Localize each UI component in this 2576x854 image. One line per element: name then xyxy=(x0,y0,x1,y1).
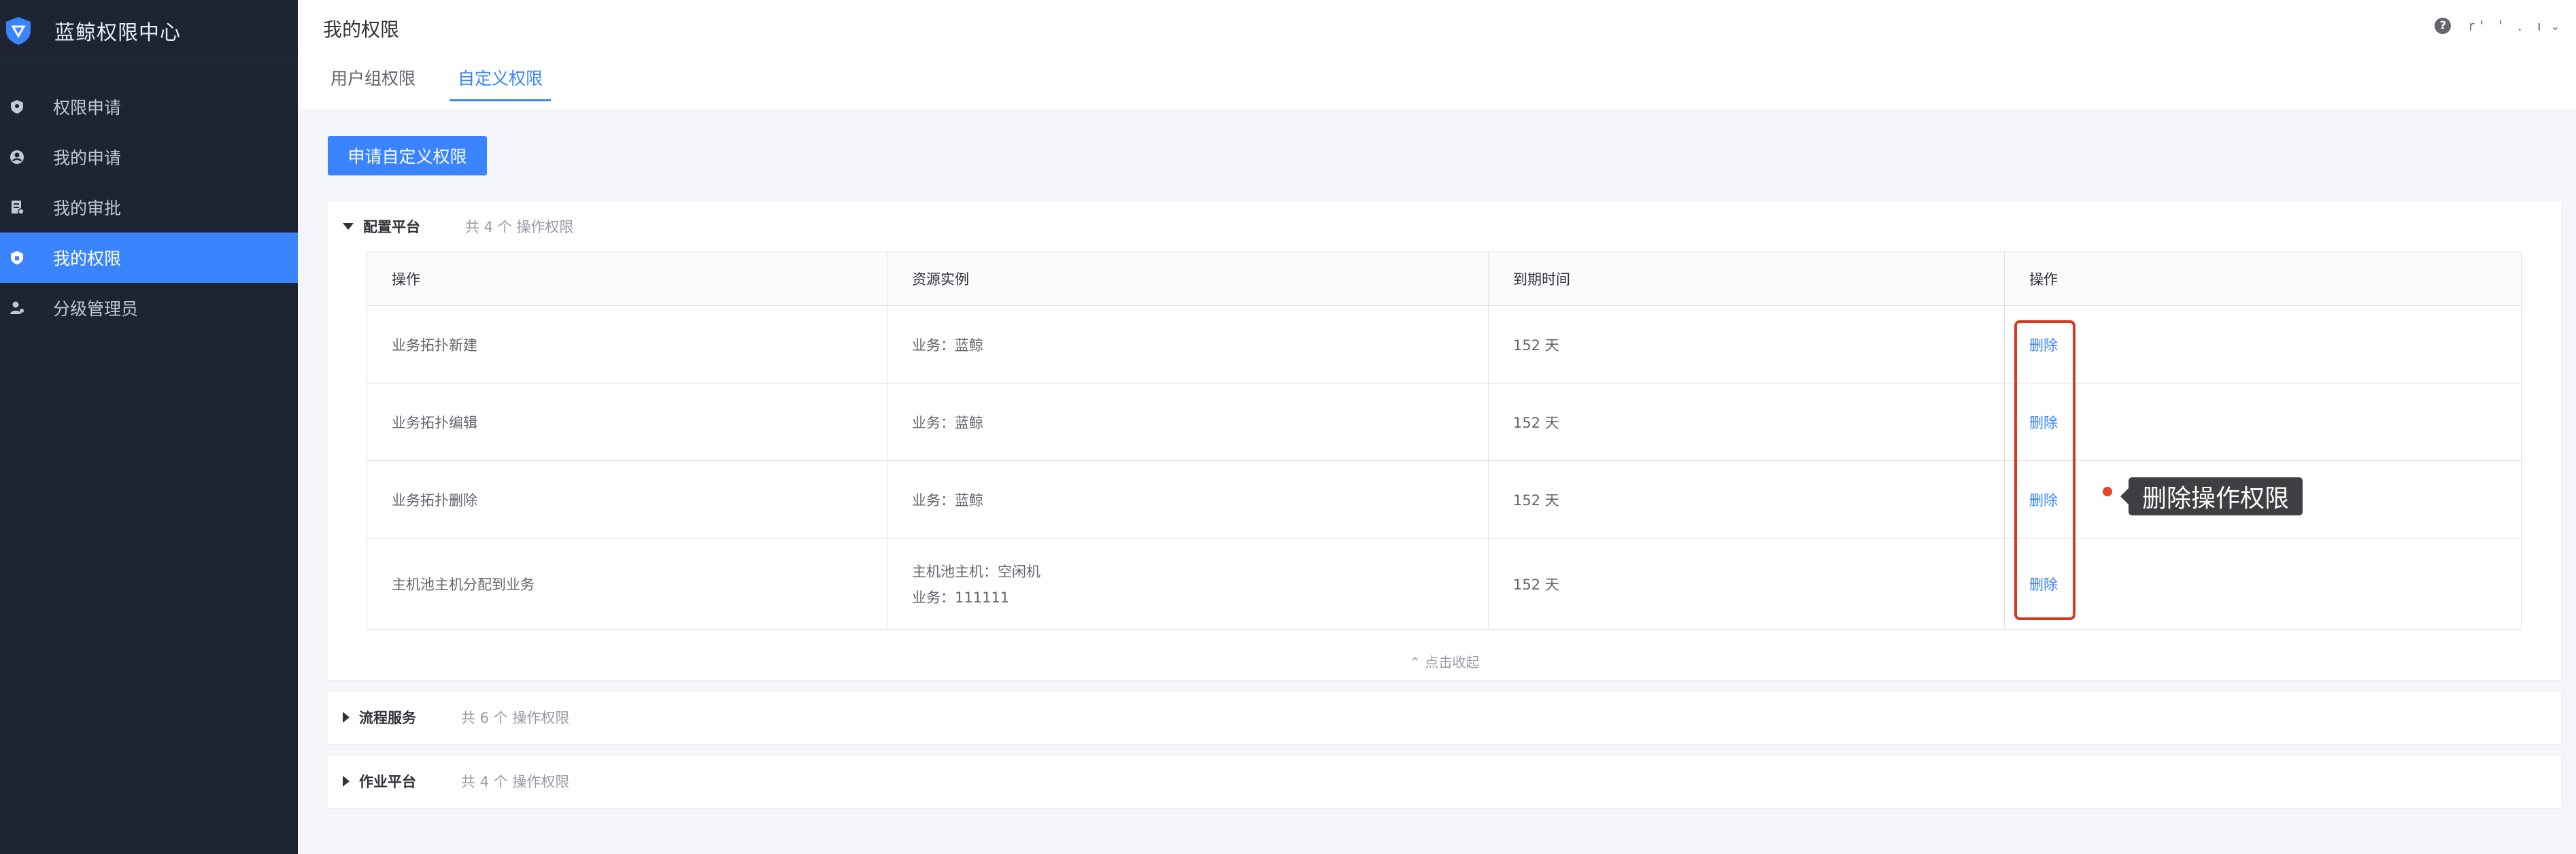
action-cell: 业务拓扑删除 xyxy=(392,492,477,509)
sidebar-item-label: 分级管理员 xyxy=(53,299,139,319)
panel-count: 共 4 个 操作权限 xyxy=(465,219,574,235)
action-cell: 业务拓扑编辑 xyxy=(392,414,477,431)
sidebar-item-my-permissions[interactable]: 我的权限 xyxy=(0,233,298,283)
resource-line: 业务：蓝鲸 xyxy=(912,414,983,431)
sidebar-item-my-applications[interactable]: 我的申请 xyxy=(0,132,298,182)
panel-config-platform: 配置平台 共 4 个 操作权限 操作 资源实例 到期时间 操作 业务拓扑新建 业… xyxy=(328,201,2561,680)
column-header: 到期时间 xyxy=(1488,252,2004,305)
resource-cell: 业务：蓝鲸 xyxy=(887,306,1488,383)
sidebar-item-label: 我的权限 xyxy=(53,249,122,269)
resource-cell: 业务：蓝鲸 xyxy=(887,383,1488,460)
permission-table: 操作 资源实例 到期时间 操作 业务拓扑新建 业务：蓝鲸 152 天 删除 业务… xyxy=(367,252,2522,630)
page-title: 我的权限 xyxy=(323,18,400,41)
sidebar-item-my-approvals[interactable]: 我的审批 xyxy=(0,182,298,233)
panel-name: 作业平台 xyxy=(359,774,416,790)
apply-custom-permission-button[interactable]: 申请自定义权限 xyxy=(328,136,487,175)
user-circle-icon xyxy=(10,150,24,165)
caret-right-icon[interactable] xyxy=(343,776,350,787)
expire-cell: 152 天 xyxy=(1488,461,2004,538)
sidebar-item-grade-admin[interactable]: 分级管理员 xyxy=(0,283,298,333)
tab-user-group-permissions[interactable]: 用户组权限 xyxy=(331,65,416,101)
app-title: 蓝鲸权限中心 xyxy=(54,20,181,45)
expire-cell: 152 天 xyxy=(1488,383,2004,460)
column-header: 资源实例 xyxy=(887,252,1488,305)
caret-right-icon[interactable] xyxy=(343,712,350,723)
op-cell: 删除 xyxy=(2004,383,2521,460)
panel-job-platform: 作业平台 共 4 个 操作权限 xyxy=(328,756,2561,808)
shield-lock-icon xyxy=(10,250,24,265)
document-icon xyxy=(10,200,24,215)
resource-line: 业务：蓝鲸 xyxy=(912,492,983,509)
panel-count: 共 4 个 操作权限 xyxy=(461,774,570,790)
resource-line: 主机池主机：空闲机 xyxy=(912,563,1040,580)
expire-cell: 152 天 xyxy=(1488,539,2004,629)
help-icon[interactable]: ? xyxy=(2435,18,2452,34)
action-cell: 主机池主机分配到业务 xyxy=(392,576,535,593)
logo-shield-icon xyxy=(6,16,31,45)
column-header: 操作 xyxy=(392,271,420,288)
delete-link[interactable]: 删除 xyxy=(2029,335,2521,355)
table-row: 业务拓扑新建 业务：蓝鲸 152 天 删除 xyxy=(367,305,2521,383)
resource-line: 业务：111111 xyxy=(912,589,1010,606)
resource-line: 业务：蓝鲸 xyxy=(912,337,983,354)
panel-process-service: 流程服务 共 6 个 操作权限 xyxy=(328,692,2561,744)
panel-count: 共 6 个 操作权限 xyxy=(461,710,570,726)
resource-cell: 业务：蓝鲸 xyxy=(887,461,1488,538)
user-area: ? r' ' . ı ⌄ xyxy=(2435,18,2560,34)
table-row: 主机池主机分配到业务 主机池主机：空闲机 业务：111111 152 天 删除 xyxy=(367,538,2521,629)
resource-cell: 主机池主机：空闲机 业务：111111 xyxy=(887,539,1488,629)
panel-header[interactable]: 流程服务 共 6 个 操作权限 xyxy=(328,692,2561,742)
chevron-down-icon[interactable]: ⌄ xyxy=(2551,20,2560,33)
caret-down-icon[interactable] xyxy=(343,223,354,230)
header: 我的权限 用户组权限 自定义权限 ? r' ' . ı ⌄ xyxy=(298,0,2576,109)
action-cell: 业务拓扑新建 xyxy=(392,337,477,354)
panel-header[interactable]: 作业平台 共 4 个 操作权限 xyxy=(328,756,2561,806)
panel-header[interactable]: 配置平台 共 4 个 操作权限 xyxy=(328,201,2561,252)
tab-bar: 用户组权限 自定义权限 xyxy=(331,65,585,101)
delete-link[interactable]: 删除 xyxy=(2029,412,2521,432)
annotation-label: 删除操作权限 xyxy=(2120,477,2303,515)
panel-name: 配置平台 xyxy=(363,219,420,235)
username[interactable]: r' ' . ı xyxy=(2469,18,2546,34)
column-header: 操作 xyxy=(2004,252,2521,305)
annotation-dot xyxy=(2103,487,2112,496)
op-cell: 删除 xyxy=(2004,306,2521,383)
sidebar-item-label: 我的申请 xyxy=(53,148,122,168)
annotation-highlight-box xyxy=(2014,320,2075,620)
table-header-row: 操作 资源实例 到期时间 操作 xyxy=(367,252,2521,305)
sidebar: 蓝鲸权限中心 权限申请 我的申请 我的审批 我的权限 分级管理员 xyxy=(0,0,298,854)
delete-link[interactable]: 删除 xyxy=(2029,574,2521,594)
panel-name: 流程服务 xyxy=(359,710,416,726)
expire-cell: 152 天 xyxy=(1488,306,2004,383)
user-admin-icon xyxy=(10,301,24,315)
op-cell: 删除 xyxy=(2004,539,2521,629)
table-row: 业务拓扑编辑 业务：蓝鲸 152 天 删除 xyxy=(367,383,2521,460)
sidebar-item-label: 权限申请 xyxy=(53,98,122,118)
sidebar-item-label: 我的审批 xyxy=(53,199,122,218)
collapse-link[interactable]: ⌃ 点击收起 xyxy=(328,651,2561,671)
tab-custom-permissions[interactable]: 自定义权限 xyxy=(450,65,552,101)
sidebar-nav: 权限申请 我的申请 我的审批 我的权限 分级管理员 xyxy=(0,82,298,333)
brand[interactable]: 蓝鲸权限中心 xyxy=(0,0,298,61)
shield-icon xyxy=(10,99,24,114)
sidebar-item-apply-permission[interactable]: 权限申请 xyxy=(0,82,298,132)
